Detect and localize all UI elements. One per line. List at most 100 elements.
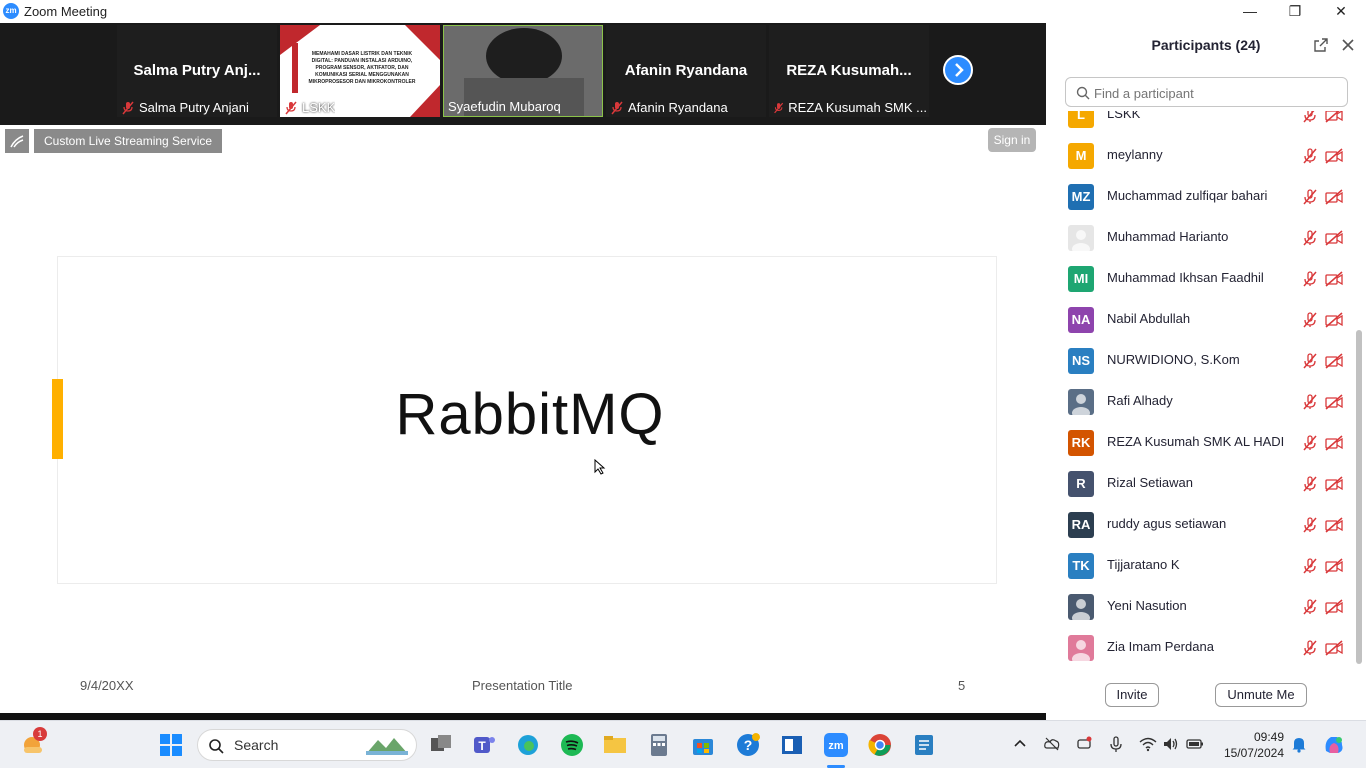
video-off-icon[interactable] [1325, 189, 1343, 205]
participant-avatar: R [1068, 471, 1094, 497]
battery-icon[interactable] [1186, 735, 1204, 753]
mic-muted-icon[interactable] [1302, 394, 1318, 410]
teams-icon[interactable]: T [472, 733, 496, 757]
mic-muted-icon[interactable] [1302, 435, 1318, 451]
video-tile-reza[interactable]: REZA Kusumah... REZA Kusumah SMK ... [769, 25, 929, 117]
tile-caption: Salma Putry Anjani [121, 100, 249, 115]
mic-muted-icon[interactable] [1302, 517, 1318, 533]
video-gallery-strip: Salma Putry Anj... Salma Putry Anjani ME… [0, 23, 1046, 125]
minimize-button[interactable]: — [1227, 0, 1273, 23]
mouse-cursor-icon [594, 459, 606, 475]
mic-muted-icon[interactable] [1302, 353, 1318, 369]
notes-app-icon[interactable] [912, 733, 936, 757]
clock-date: 15/07/2024 [1223, 746, 1284, 760]
participant-avatar: L [1068, 111, 1094, 128]
zoom-app-icon[interactable]: zm [824, 733, 848, 757]
video-off-icon[interactable] [1325, 517, 1343, 533]
copilot-icon[interactable] [1322, 733, 1346, 757]
participant-name: Nabil Abdullah [1107, 311, 1191, 326]
mic-muted-icon[interactable] [1302, 148, 1318, 164]
pop-out-icon[interactable] [1313, 37, 1329, 53]
mic-muted-icon[interactable] [1302, 640, 1318, 656]
participant-row[interactable]: L LSKK [1046, 111, 1351, 135]
chevron-up-icon[interactable] [1011, 735, 1029, 753]
video-off-icon[interactable] [1325, 230, 1343, 246]
participant-row[interactable]: RA ruddy agus setiawan [1046, 504, 1351, 545]
mic-muted-icon[interactable] [1302, 558, 1318, 574]
taskbar-search[interactable]: Search [197, 729, 417, 761]
mic-muted-icon[interactable] [1302, 476, 1318, 492]
live-stream-icon[interactable] [5, 129, 29, 153]
notepad-app-icon[interactable] [780, 733, 804, 757]
wifi-icon[interactable] [1139, 735, 1157, 753]
participant-search[interactable] [1065, 77, 1348, 107]
participant-row[interactable]: Mmeylanny [1046, 135, 1351, 176]
slide-footer-page: 5 [958, 678, 966, 693]
participant-row[interactable]: R Rizal Setiawan [1046, 463, 1351, 504]
restore-button[interactable]: ❐ [1272, 0, 1318, 23]
mic-muted-icon[interactable] [1302, 111, 1318, 123]
svg-text:zm: zm [828, 740, 844, 752]
sign-in-button[interactable]: Sign in [988, 128, 1036, 152]
next-page-button[interactable] [943, 55, 973, 85]
mic-muted-icon[interactable] [1302, 230, 1318, 246]
live-stream-label[interactable]: Custom Live Streaming Service [34, 129, 223, 153]
bluetooth-devices-icon[interactable] [1075, 735, 1093, 753]
taskbar-search-label: Search [234, 737, 279, 753]
video-off-icon[interactable] [1325, 312, 1343, 328]
unmute-me-button[interactable]: Unmute Me [1215, 683, 1307, 707]
participant-avatar: M [1068, 143, 1094, 169]
calculator-icon[interactable] [647, 733, 671, 757]
video-off-icon[interactable] [1325, 394, 1343, 410]
participant-row[interactable]: Muhammad Harianto [1046, 217, 1351, 258]
video-tile-syaefudin[interactable]: Syaefudin Mubaroq [443, 25, 603, 117]
video-off-icon[interactable] [1325, 353, 1343, 369]
edge-browser-icon[interactable] [516, 733, 540, 757]
chrome-icon[interactable] [868, 733, 892, 757]
search-input[interactable] [1092, 82, 1336, 104]
microphone-icon[interactable] [1107, 735, 1125, 753]
video-tile-lskk[interactable]: MEMAHAMI DASAR LISTRIK DAN TEKNIK DIGITA… [280, 25, 440, 117]
participant-row[interactable]: Yeni Nasution [1046, 586, 1351, 627]
video-off-icon[interactable] [1325, 558, 1343, 574]
zoom-logo-icon: zm [3, 3, 19, 19]
clock-time: 09:49 [1253, 730, 1284, 744]
participant-row[interactable]: MI Muhammad Ikhsan Faadhil [1046, 258, 1351, 299]
task-view-icon[interactable] [429, 733, 453, 757]
video-off-icon[interactable] [1325, 435, 1343, 451]
close-window-button[interactable]: ✕ [1318, 0, 1364, 23]
video-tile-salma[interactable]: Salma Putry Anj... Salma Putry Anjani [117, 25, 277, 117]
microsoft-store-icon[interactable] [691, 733, 715, 757]
video-tile-afanin[interactable]: Afanin Ryandana Afanin Ryandana [606, 25, 766, 117]
scroll-thumb[interactable] [1356, 330, 1362, 664]
participant-row[interactable]: Zia Imam Perdana [1046, 627, 1351, 668]
mic-muted-icon[interactable] [1302, 312, 1318, 328]
mic-muted-icon[interactable] [1302, 271, 1318, 287]
mic-muted-icon[interactable] [1302, 189, 1318, 205]
file-explorer-icon[interactable] [603, 733, 627, 757]
video-off-icon[interactable] [1325, 476, 1343, 492]
video-off-icon[interactable] [1325, 271, 1343, 287]
taskbar-clock[interactable]: 09:49 15/07/2024 [1218, 729, 1284, 761]
participant-name: ruddy agus setiawan [1107, 516, 1227, 531]
participant-row[interactable]: Rafi Alhady [1046, 381, 1351, 422]
spotify-icon[interactable] [560, 733, 584, 757]
mic-muted-icon[interactable] [1302, 599, 1318, 615]
get-help-icon[interactable]: ? [736, 733, 760, 757]
video-off-icon[interactable] [1325, 599, 1343, 615]
video-off-icon[interactable] [1325, 111, 1343, 123]
video-off-icon[interactable] [1325, 148, 1343, 164]
participant-row[interactable]: MZ Muchammad zulfiqar bahari [1046, 176, 1351, 217]
cloud-offline-icon[interactable] [1043, 735, 1061, 753]
close-icon[interactable] [1340, 37, 1356, 53]
participant-list-scrollbar[interactable] [1355, 111, 1363, 667]
participant-row[interactable]: TK Tijjaratano K [1046, 545, 1351, 586]
windows-start-icon[interactable] [159, 733, 183, 757]
invite-button[interactable]: Invite [1105, 683, 1159, 707]
participant-row[interactable]: RK REZA Kusumah SMK AL HADI [1046, 422, 1351, 463]
participant-row[interactable]: NS NURWIDIONO, S.Kom [1046, 340, 1351, 381]
participant-row[interactable]: NA Nabil Abdullah [1046, 299, 1351, 340]
video-off-icon[interactable] [1325, 640, 1343, 656]
notification-bell-icon[interactable] [1290, 735, 1308, 753]
volume-icon[interactable] [1162, 735, 1180, 753]
